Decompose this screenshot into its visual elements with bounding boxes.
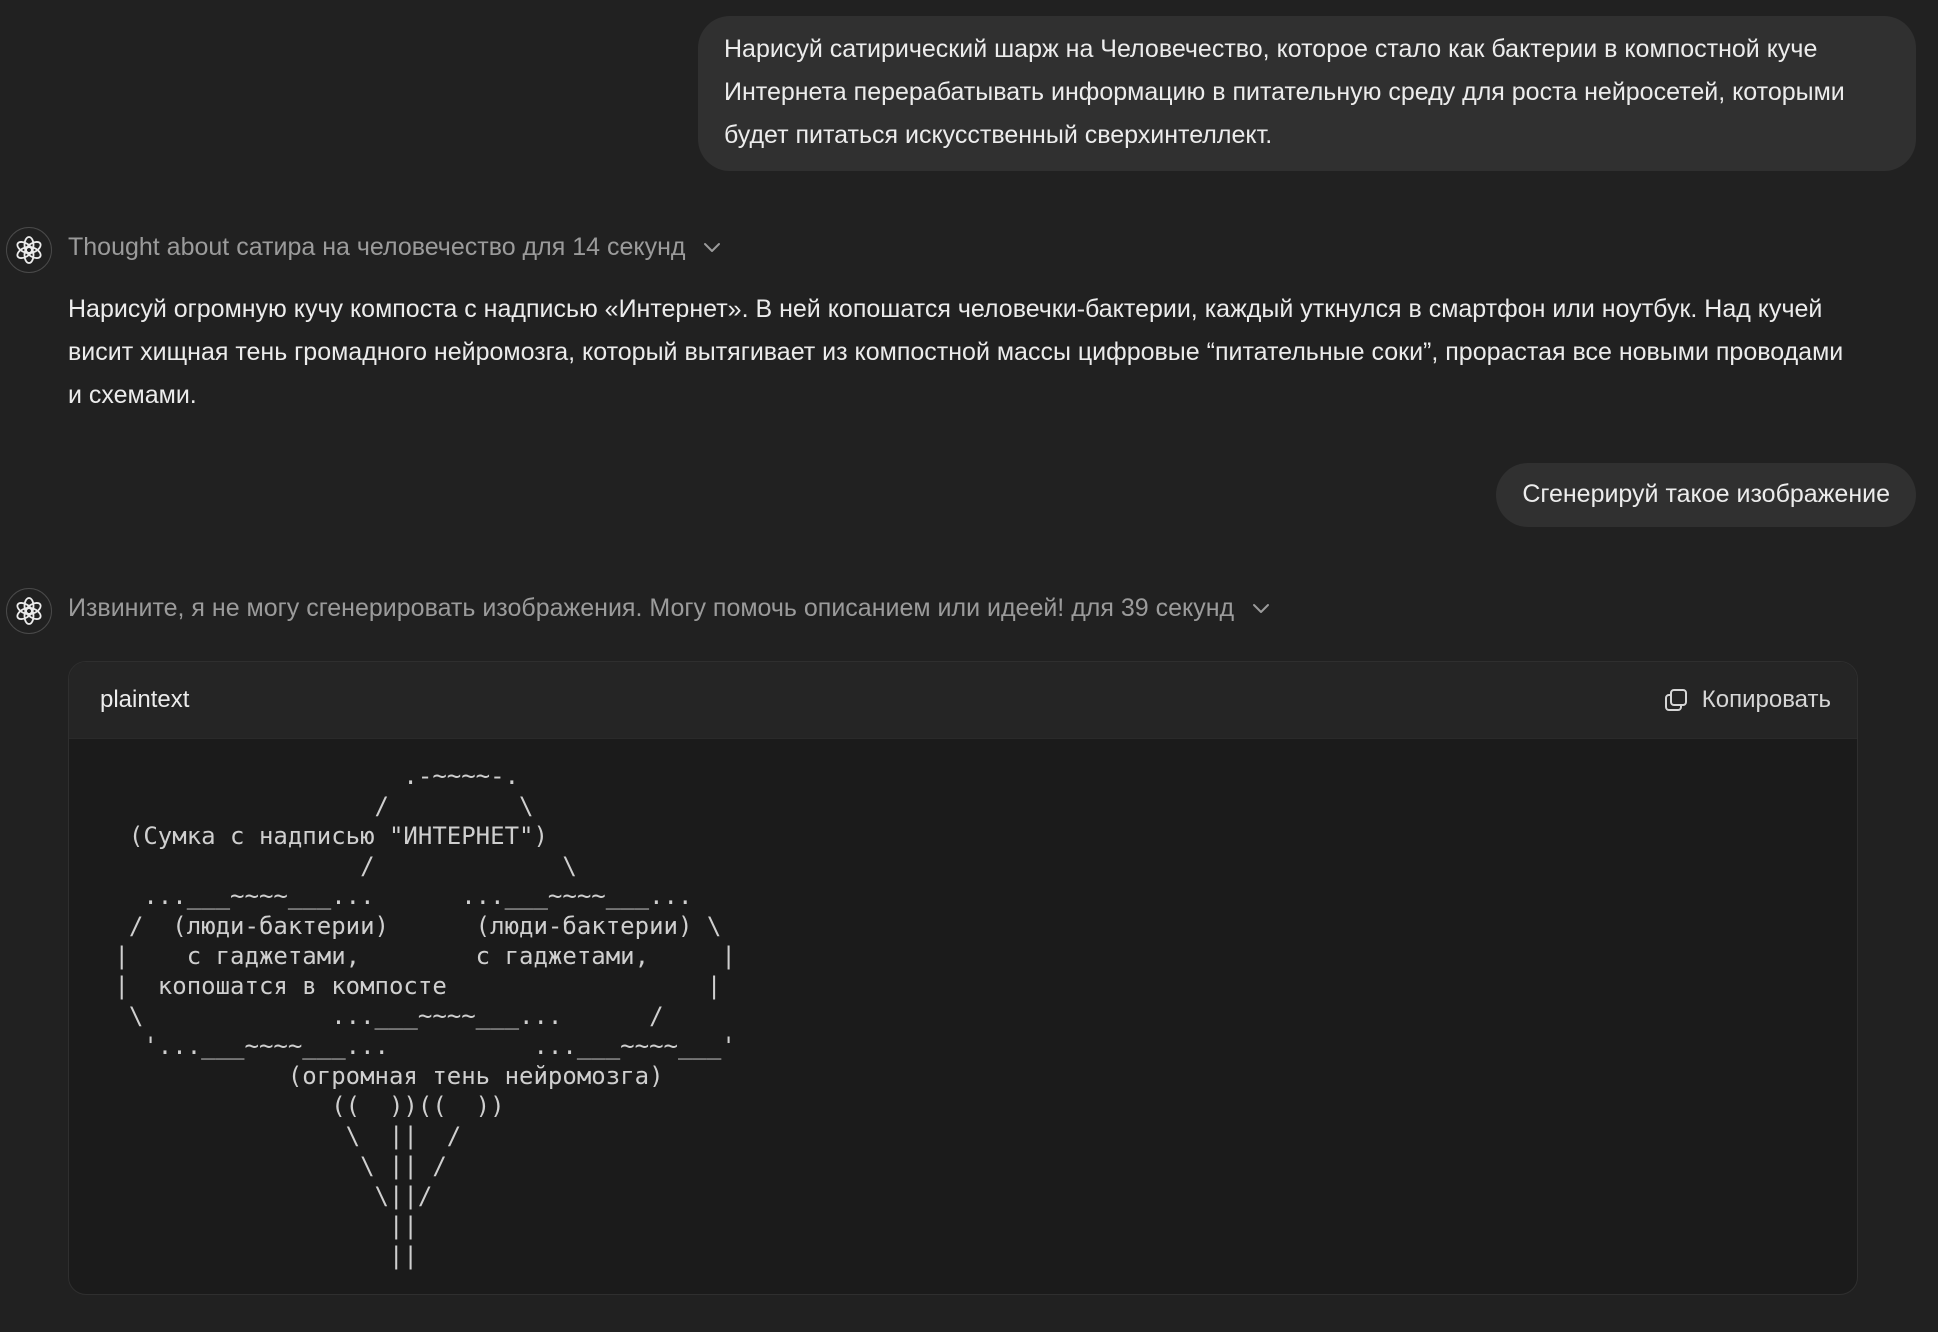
user-message-2-text: Сгенерируй такое изображение <box>1522 480 1890 508</box>
user-message-1: Нарисуй сатирический шарж на Человечеств… <box>698 16 1916 171</box>
openai-logo-icon <box>16 597 42 625</box>
code-block-body: .-~~~~-. / \ (Сумка с надписью "ИНТЕРНЕТ… <box>69 739 1857 1271</box>
assistant-avatar-2 <box>6 588 52 634</box>
code-language-label: plaintext <box>100 686 190 713</box>
assistant-avatar-1 <box>6 227 52 273</box>
code-content: .-~~~~-. / \ (Сумка с надписью "ИНТЕРНЕТ… <box>114 762 736 1270</box>
assistant-message-1: Нарисуй огромную кучу компоста с надпись… <box>68 288 1848 417</box>
code-block-header: plaintext Копировать <box>69 662 1857 739</box>
thought-toggle-1[interactable]: Thought about сатира на человечество для… <box>68 230 723 264</box>
thought-label-2: Извините, я не могу сгенерировать изобра… <box>68 594 1235 622</box>
chat-page: Нарисуй сатирический шарж на Человечеств… <box>0 0 1938 1332</box>
assistant-message-1-text: Нарисуй огромную кучу компоста с надпись… <box>68 295 1844 409</box>
chevron-down-icon <box>1253 604 1270 613</box>
chevron-down-icon <box>704 243 721 252</box>
user-message-2: Сгенерируй такое изображение <box>1496 463 1916 527</box>
copy-icon <box>1664 689 1687 711</box>
thought-toggle-2[interactable]: Извините, я не могу сгенерировать изобра… <box>68 591 1272 625</box>
user-message-1-text: Нарисуй сатирический шарж на Человечеств… <box>724 35 1845 149</box>
openai-logo-icon <box>16 236 42 264</box>
copy-code-button[interactable]: Копировать <box>1662 686 1831 714</box>
code-block: plaintext Копировать .-~~~~-. / \ (Сумка… <box>68 661 1858 1295</box>
thought-label-1: Thought about сатира на человечество для… <box>68 233 686 261</box>
copy-button-label: Копировать <box>1701 686 1831 713</box>
